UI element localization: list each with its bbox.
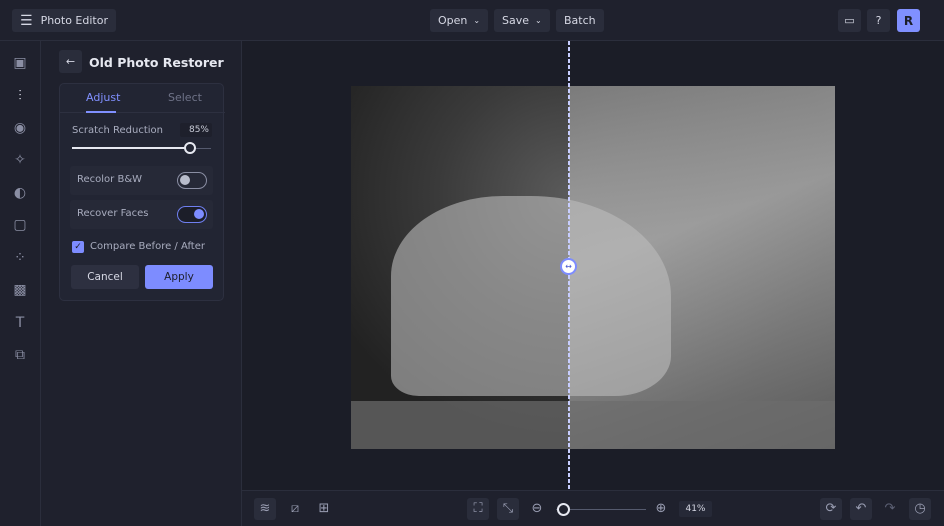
image-icon[interactable]: ▣ (11, 54, 29, 72)
grid-icon[interactable]: ⊞ (313, 498, 335, 520)
tab-adjust[interactable]: Adjust (86, 91, 120, 104)
recolor-row: Recolor B&W (70, 166, 213, 195)
faces-toggle[interactable] (177, 206, 207, 223)
scratch-slider-fill (72, 147, 191, 149)
save-label: Save (502, 14, 530, 27)
photo-image (351, 86, 835, 449)
batch-label: Batch (564, 14, 596, 27)
recolor-label: Recolor B&W (77, 174, 142, 185)
palette-icon[interactable]: ◐ (11, 184, 29, 202)
apply-button[interactable]: Apply (145, 265, 213, 289)
panel-title: Old Photo Restorer (89, 55, 224, 70)
zoom-value[interactable]: 41% (679, 501, 712, 517)
active-tab-indicator (86, 111, 116, 113)
adjust-card: Adjust Select Scratch Reduction 85% Reco… (59, 83, 225, 301)
open-button[interactable]: Open ⌄ (430, 9, 489, 32)
comment-icon: ▭ (844, 14, 855, 27)
open-label: Open (438, 14, 468, 27)
chevron-down-icon: ⌄ (473, 16, 481, 25)
sparkle-icon[interactable]: ✧ (11, 151, 29, 169)
faces-label: Recover Faces (77, 208, 149, 219)
tab-select[interactable]: Select (168, 91, 202, 104)
refresh-icon[interactable]: ⟳ (820, 498, 842, 520)
zoom-slider-handle[interactable] (556, 503, 570, 516)
zoom-in-icon[interactable]: ⊕ (650, 498, 672, 520)
compare-checkbox[interactable]: ✓ (72, 241, 84, 253)
arrow-left-icon: ← (65, 55, 76, 68)
help-icon: ? (875, 14, 882, 27)
recolor-toggle[interactable] (177, 172, 207, 189)
cancel-button[interactable]: Cancel (71, 265, 139, 289)
top-bar: ☰ Photo Editor Open ⌄ Save ⌄ Batch ▭ ? R (0, 0, 944, 41)
text-icon[interactable]: T (11, 314, 29, 332)
faces-row: Recover Faces (70, 200, 213, 229)
app-menu-button[interactable]: ☰ Photo Editor (12, 9, 116, 32)
zoom-slider-track[interactable] (556, 509, 646, 510)
frame-icon[interactable]: ▢ (11, 216, 29, 234)
redo-icon[interactable]: ↷ (879, 498, 901, 520)
history-icon[interactable]: ◷ (909, 498, 931, 520)
tool-panel: ← Old Photo Restorer Adjust Select Scrat… (41, 41, 242, 526)
compare-handle-icon[interactable]: ↔ (560, 258, 577, 275)
texture-icon[interactable]: ▩ (11, 281, 29, 299)
tool-rail: ▣ ⫶ ◉ ✧ ◐ ▢ ⁘ ▩ T ⧉ (0, 41, 41, 526)
back-button[interactable]: ← (59, 50, 82, 73)
eye-icon[interactable]: ◉ (11, 119, 29, 137)
scratch-value-input[interactable]: 85% (180, 123, 212, 137)
layers-icon[interactable]: ≋ (254, 498, 276, 520)
help-button[interactable]: ? (867, 9, 890, 32)
scratch-slider-handle[interactable] (184, 142, 197, 154)
batch-button[interactable]: Batch (556, 9, 604, 32)
undo-icon[interactable]: ↶ (850, 498, 872, 520)
overlay-icon[interactable]: ⧉ (11, 346, 29, 364)
avatar[interactable]: R (897, 9, 920, 32)
scratch-label: Scratch Reduction (72, 125, 164, 136)
fit-screen-icon[interactable]: ⛶ (467, 498, 489, 520)
bottom-bar: ≋ ⧄ ⊞ ⛶ ⤡ ⊖ ⊕ 41% ⟳ ↶ ↷ ◷ (242, 490, 944, 526)
compare-label: Compare Before / After (90, 241, 205, 252)
avatar-initial: R (903, 13, 914, 28)
zoom-out-icon[interactable]: ⊖ (526, 498, 548, 520)
hamburger-icon: ☰ (20, 12, 33, 29)
chevron-down-icon: ⌄ (535, 16, 542, 25)
app-title: Photo Editor (40, 14, 108, 27)
canvas-area: ↔ (242, 41, 944, 490)
shapes-icon[interactable]: ⁘ (11, 249, 29, 267)
crop-icon[interactable]: ⧄ (284, 498, 306, 520)
shrink-icon[interactable]: ⤡ (497, 498, 519, 520)
comments-button[interactable]: ▭ (838, 9, 861, 32)
adjust-sliders-icon[interactable]: ⫶ (11, 87, 29, 105)
save-button[interactable]: Save ⌄ (494, 9, 550, 32)
